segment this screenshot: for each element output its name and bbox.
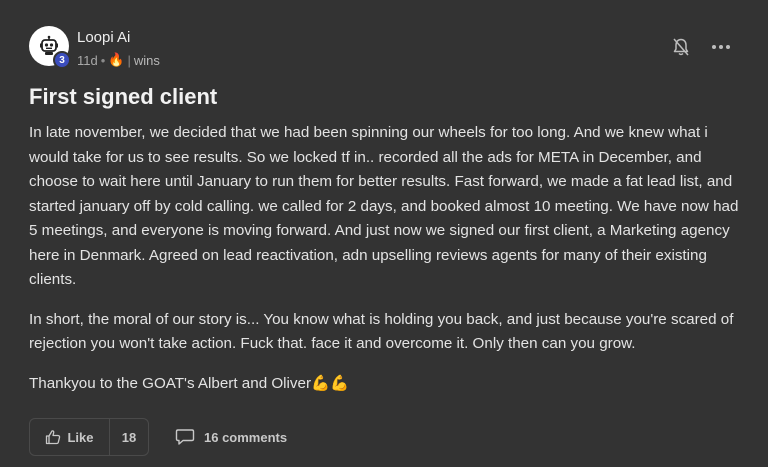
post-paragraph: Thankyou to the GOAT's Albert and Oliver…	[29, 374, 349, 392]
category-separator: |	[127, 52, 131, 68]
post-meta: 11d • 🔥 | wins	[77, 52, 160, 68]
meta-separator: •	[100, 52, 106, 68]
post-category[interactable]: wins	[134, 53, 160, 68]
comment-icon	[175, 429, 195, 445]
fire-emoji: 🔥	[108, 52, 125, 67]
post-title: First signed client	[29, 84, 218, 109]
more-horizontal-icon[interactable]	[710, 38, 732, 56]
post-paragraph: In short, the moral of our story is... Y…	[29, 310, 734, 353]
post-header: 3 Loopi Ai 11d • 🔥 | wins	[29, 26, 749, 70]
post-card: 3 Loopi Ai 11d • 🔥 | wins First signed c…	[0, 0, 768, 467]
like-button[interactable]: Like	[30, 419, 110, 455]
post-paragraph: In late november, we decided that we had…	[29, 124, 739, 288]
comments-button[interactable]: 16 comments	[175, 418, 287, 456]
like-group: Like 18	[29, 418, 149, 456]
post-body: In late november, we decided that we had…	[29, 121, 741, 411]
level-badge: 3	[53, 51, 71, 69]
thumbs-up-icon	[46, 430, 61, 445]
comments-label: 16 comments	[204, 429, 288, 445]
like-count[interactable]: 18	[110, 430, 148, 445]
bell-off-icon[interactable]	[672, 37, 690, 57]
author-name[interactable]: Loopi Ai	[77, 29, 130, 46]
like-label: Like	[67, 429, 94, 445]
post-time: 11d	[77, 52, 98, 68]
